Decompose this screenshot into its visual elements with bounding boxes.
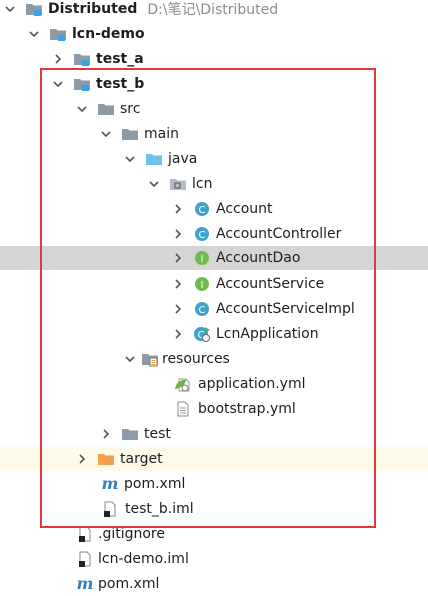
tree-label-resources: resources	[162, 351, 230, 367]
module-folder-icon	[73, 76, 91, 92]
tree-row-account-controller[interactable]: C AccountController	[0, 222, 428, 246]
chevron-right-icon[interactable]	[172, 328, 184, 340]
tree-row-src[interactable]: src	[0, 97, 428, 121]
chevron-right-icon[interactable]	[100, 428, 112, 440]
tree-row-root[interactable]: Distributed D:\笔记\Distributed	[0, 0, 428, 21]
tree-label-src: src	[120, 101, 141, 117]
module-folder-icon	[73, 51, 91, 67]
tree-label-lcn: lcn	[192, 176, 213, 192]
tree-row-account-dao[interactable]: I AccountDao	[0, 246, 428, 270]
svg-text:I: I	[201, 280, 204, 291]
folder-icon	[97, 101, 115, 117]
excluded-folder-icon	[97, 451, 115, 467]
tree-row-lcn[interactable]: lcn	[0, 172, 428, 196]
folder-icon	[121, 426, 139, 442]
maven-icon: m	[76, 576, 94, 592]
chevron-down-icon[interactable]	[100, 128, 112, 140]
chevron-right-icon[interactable]	[172, 203, 184, 215]
tree-row-lcn-application[interactable]: C LcnApplication	[0, 322, 428, 346]
tree-row-lcn-demo-iml[interactable]: lcn-demo.iml	[0, 547, 428, 571]
tree-row-pom-root[interactable]: m pom.xml	[0, 572, 428, 596]
tree-label-test-b: test_b	[96, 76, 145, 92]
tree-label-gitignore: .gitignore	[98, 526, 165, 542]
chevron-down-icon[interactable]	[76, 103, 88, 115]
svg-text:C: C	[199, 230, 206, 241]
tree-label-bootstrap-yml: bootstrap.yml	[198, 401, 296, 417]
tree-row-target[interactable]: target	[0, 447, 428, 471]
tree-label-account-service: AccountService	[216, 276, 325, 292]
chevron-down-icon[interactable]	[148, 178, 160, 190]
tree-row-test-a[interactable]: test_a	[0, 47, 428, 71]
chevron-down-icon[interactable]	[52, 78, 64, 90]
tree-label-account-dao: AccountDao	[216, 250, 301, 266]
chevron-down-icon[interactable]	[4, 3, 16, 15]
tree-row-resources[interactable]: resources	[0, 347, 428, 371]
chevron-right-icon[interactable]	[172, 303, 184, 315]
package-icon	[169, 176, 187, 192]
tree-label-account: Account	[216, 201, 273, 217]
file-icon	[174, 401, 192, 417]
tree-row-gitignore[interactable]: .gitignore	[0, 522, 428, 546]
chevron-right-icon[interactable]	[172, 278, 184, 290]
chevron-down-icon[interactable]	[28, 28, 40, 40]
tree-label-account-controller: AccountController	[216, 226, 342, 242]
spring-yml-file-icon	[174, 376, 192, 392]
tree-label-application-yml: application.yml	[198, 376, 306, 392]
tree-row-java[interactable]: java	[0, 147, 428, 171]
tree-label-pom-inner: pom.xml	[124, 476, 186, 492]
chevron-down-icon[interactable]	[124, 353, 136, 365]
svg-text:m: m	[77, 576, 94, 592]
class-icon: C	[193, 201, 211, 217]
tree-label-test: test	[144, 426, 171, 442]
svg-text:m: m	[102, 476, 119, 492]
chevron-right-icon[interactable]	[76, 453, 88, 465]
tree-row-application-yml[interactable]: application.yml	[0, 372, 428, 396]
source-folder-icon	[145, 151, 163, 167]
root-path: D:\笔记\Distributed	[147, 2, 279, 18]
tree-label-main: main	[144, 126, 179, 142]
chevron-right-icon[interactable]	[52, 53, 64, 65]
tree-label-pom-root: pom.xml	[98, 576, 160, 592]
tree-label-account-service-impl: AccountServiceImpl	[216, 301, 355, 317]
interface-icon: I	[193, 250, 211, 266]
tree-label-lcn-demo-iml: lcn-demo.iml	[98, 551, 189, 567]
chevron-right-icon[interactable]	[172, 228, 184, 240]
chevron-down-icon[interactable]	[124, 153, 136, 165]
tree-row-lcn-demo[interactable]: lcn-demo	[0, 22, 428, 46]
tree-label-test-a: test_a	[96, 51, 144, 67]
tree-row-account-service-impl[interactable]: C AccountServiceImpl	[0, 297, 428, 321]
resources-folder-icon	[141, 351, 159, 367]
svg-text:C: C	[199, 205, 206, 216]
class-icon: C	[193, 301, 211, 317]
tree-row-account-service[interactable]: I AccountService	[0, 272, 428, 296]
tree-label-lcn-application: LcnApplication	[216, 326, 319, 342]
svg-text:C: C	[199, 305, 206, 316]
spring-boot-class-icon: C	[193, 326, 211, 342]
module-folder-icon	[25, 1, 43, 17]
tree-row-account[interactable]: C Account	[0, 197, 428, 221]
tree-row-bootstrap-yml[interactable]: bootstrap.yml	[0, 397, 428, 421]
tree-label-test-b-iml: test_b.iml	[125, 501, 194, 517]
tree-label-root: Distributed	[48, 1, 138, 17]
folder-icon	[121, 126, 139, 142]
class-icon: C	[193, 226, 211, 242]
tree-row-test-b-iml[interactable]: test_b.iml	[0, 497, 428, 521]
tree-label-lcn-demo: lcn-demo	[72, 26, 145, 42]
tree-label-target: target	[120, 451, 163, 467]
tree-row-pom-inner[interactable]: m pom.xml	[0, 472, 428, 496]
tree-row-main[interactable]: main	[0, 122, 428, 146]
tree-label-java: java	[168, 151, 198, 167]
file-icon	[76, 526, 94, 542]
svg-text:I: I	[201, 254, 204, 265]
iml-file-icon	[101, 501, 119, 517]
chevron-right-icon[interactable]	[172, 252, 184, 264]
iml-file-icon	[76, 551, 94, 567]
module-folder-icon	[49, 26, 67, 42]
tree-row-test[interactable]: test	[0, 422, 428, 446]
interface-icon: I	[193, 276, 211, 292]
maven-icon: m	[101, 476, 119, 492]
tree-row-test-b[interactable]: test_b	[0, 72, 428, 96]
